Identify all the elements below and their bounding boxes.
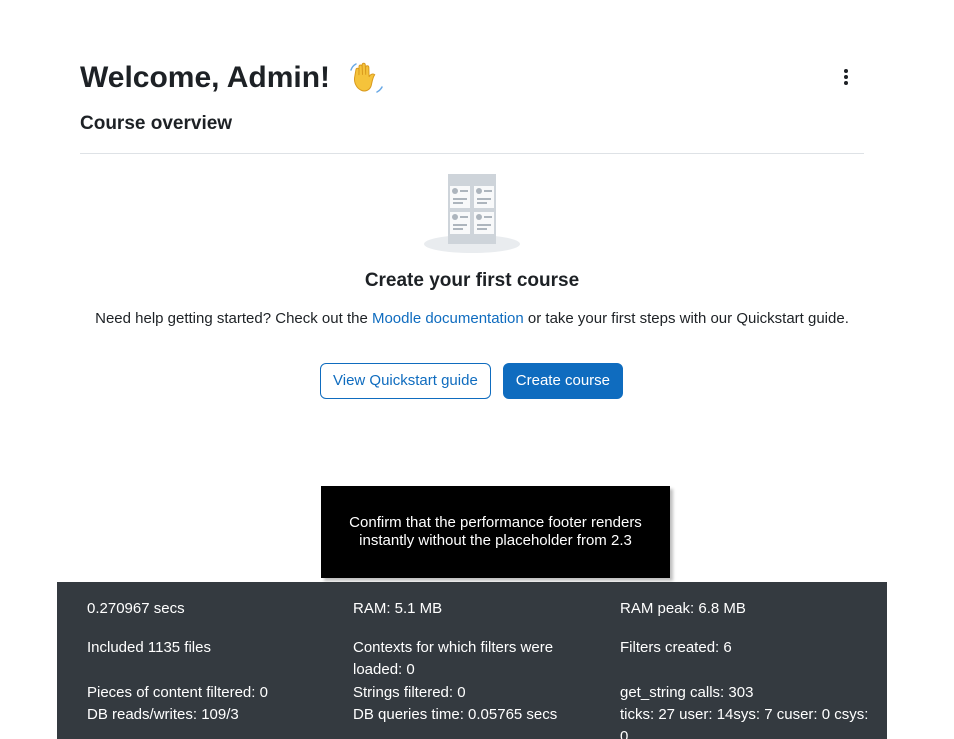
perf-db-reads-writes: DB reads/writes: 109/3 xyxy=(87,706,239,723)
page-title: Welcome, Admin! xyxy=(80,58,386,98)
perf-ram: RAM: 5.1 MB xyxy=(353,600,443,617)
performance-footer: 0.270967 secs RAM: 5.1 MB RAM peak: 6.8 … xyxy=(57,582,887,739)
perf-pieces-filtered: Pieces of content filtered: 0 xyxy=(87,684,268,701)
waving-hand-icon xyxy=(350,62,384,93)
view-quickstart-guide-button[interactable]: View Quickstart guide xyxy=(320,363,491,399)
instruction-tooltip: Confirm that the performance footer rend… xyxy=(321,486,670,578)
page-header: Welcome, Admin! xyxy=(80,58,864,98)
help-text-prefix: Need help getting started? Check out the xyxy=(95,310,372,327)
perf-filters-created: Filters created: 6 xyxy=(620,639,732,656)
kebab-menu-icon[interactable] xyxy=(838,66,854,90)
perf-strings-filtered: Strings filtered: 0 xyxy=(353,684,466,701)
empty-state-heading: Create your first course xyxy=(364,270,580,291)
perf-time: 0.270967 secs xyxy=(87,600,185,617)
perf-ram-peak: RAM peak: 6.8 MB xyxy=(620,600,746,617)
moodle-documentation-link[interactable]: Moodle documentation xyxy=(372,310,524,327)
perf-included-files: Included 1135 files xyxy=(87,639,211,656)
help-text: Need help getting started? Check out the… xyxy=(0,309,944,329)
tooltip-text: Confirm that the performance footer rend… xyxy=(349,514,642,549)
perf-contexts-filters: Contexts for which filters were loaded: … xyxy=(353,639,554,678)
create-course-button[interactable]: Create course xyxy=(502,363,624,399)
course-overview-title: Course overview xyxy=(80,113,233,134)
perf-ticks: ticks: 27 user: 14sys: 7 cuser: 0 csys: … xyxy=(620,706,869,739)
welcome-text: Welcome, Admin! xyxy=(80,61,339,94)
section-divider xyxy=(80,153,864,154)
perf-db-queries-time: DB queries time: 0.05765 secs xyxy=(353,706,558,723)
dashboard-page: Welcome, Admin! Course overview Create y… xyxy=(0,0,954,739)
courses-empty-icon xyxy=(424,174,520,253)
empty-state-actions: View Quickstart guide Create course xyxy=(320,363,624,399)
help-text-suffix: or take your first steps with our Quicks… xyxy=(523,310,849,327)
perf-get-string-calls: get_string calls: 303 xyxy=(620,684,754,701)
